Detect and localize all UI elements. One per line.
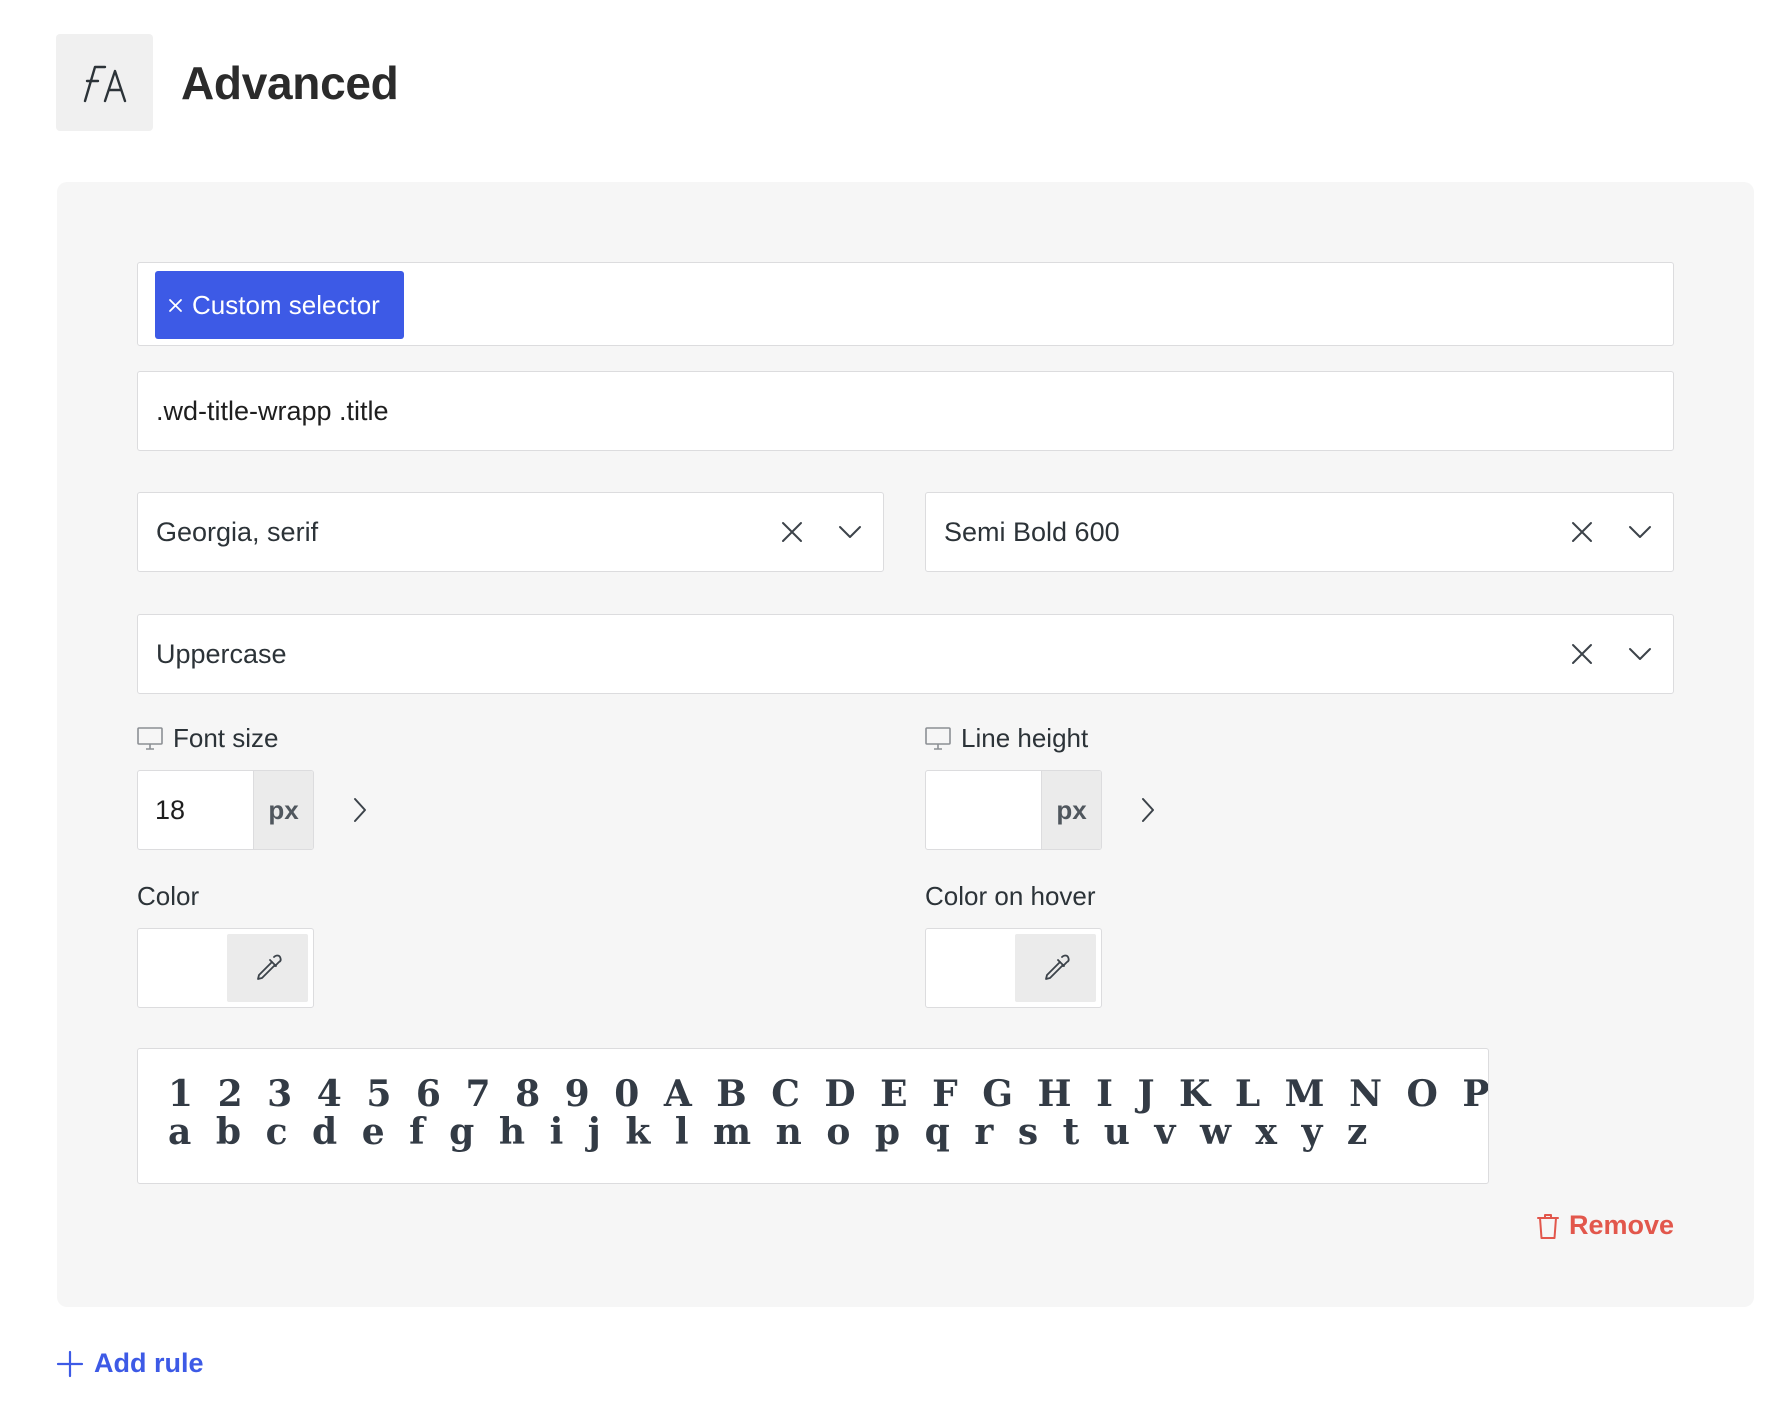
color-label: Color: [137, 881, 200, 911]
text-transform-select[interactable]: Uppercase: [137, 614, 1674, 694]
eyedropper-icon[interactable]: [1015, 934, 1096, 1002]
typography-icon: [56, 34, 153, 131]
line-height-unit[interactable]: px: [1041, 771, 1101, 849]
preview-line-2: a b c d e f g h i j k l m n o p q r s t …: [168, 1111, 1374, 1153]
clear-icon[interactable]: [763, 492, 821, 572]
desktop-icon[interactable]: [137, 726, 163, 751]
preview-line-1: 1 2 3 4 5 6 7 8 9 0 A B C D E F G H I J …: [168, 1073, 1488, 1115]
remove-label: Remove: [1568, 1210, 1674, 1240]
plus-icon: [56, 1350, 84, 1377]
color-hover-label: Color on hover: [925, 881, 1096, 911]
font-size-label: Font size: [137, 723, 279, 754]
line-height-label-text: Line height: [961, 723, 1089, 753]
css-selector-field: [137, 371, 1674, 451]
trash-icon: [1536, 1213, 1559, 1239]
chevron-right-icon[interactable]: [1128, 770, 1168, 850]
section-header: Advanced: [56, 34, 399, 131]
custom-selector-tag[interactable]: Custom selector: [155, 271, 404, 339]
close-icon[interactable]: [168, 298, 183, 313]
desktop-icon[interactable]: [925, 726, 951, 751]
font-family-select[interactable]: Georgia, serif: [137, 492, 884, 572]
font-size-input[interactable]: [138, 771, 253, 849]
chevron-right-icon[interactable]: [340, 770, 380, 850]
css-selector-input[interactable]: [138, 372, 1673, 450]
tag-label: Custom selector: [192, 289, 380, 320]
chevron-down-icon[interactable]: [1611, 614, 1669, 694]
clear-icon[interactable]: [1553, 614, 1611, 694]
chevron-down-icon[interactable]: [1611, 492, 1669, 572]
color-hover-field[interactable]: [925, 928, 1102, 1008]
eyedropper-icon[interactable]: [227, 934, 308, 1002]
add-rule-button[interactable]: Add rule: [56, 1348, 204, 1379]
font-weight-select[interactable]: Semi Bold 600: [925, 492, 1674, 572]
text-transform-value: Uppercase: [156, 638, 287, 669]
font-preview: 1 2 3 4 5 6 7 8 9 0 A B C D E F G H I J …: [137, 1048, 1489, 1184]
remove-button[interactable]: Remove: [1536, 1210, 1674, 1241]
typography-rule-panel: Custom selector Georgia, serif Semi Bold…: [57, 182, 1754, 1307]
font-size-field: px: [137, 770, 314, 850]
font-size-unit[interactable]: px: [253, 771, 313, 849]
line-height-input[interactable]: [926, 771, 1041, 849]
font-size-label-text: Font size: [173, 723, 279, 753]
line-height-label: Line height: [925, 723, 1088, 754]
color-field[interactable]: [137, 928, 314, 1008]
add-rule-label: Add rule: [94, 1348, 204, 1378]
clear-icon[interactable]: [1553, 492, 1611, 572]
page-title: Advanced: [181, 56, 399, 109]
font-weight-value: Semi Bold 600: [944, 516, 1120, 547]
selector-type-field[interactable]: Custom selector: [137, 262, 1674, 346]
font-family-value: Georgia, serif: [156, 516, 319, 547]
line-height-field: px: [925, 770, 1102, 850]
chevron-down-icon[interactable]: [821, 492, 879, 572]
